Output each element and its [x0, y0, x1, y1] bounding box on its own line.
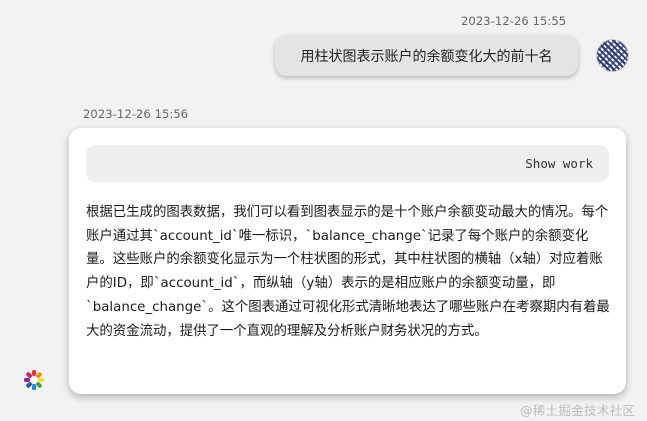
assistant-message-timestamp: 2023-12-26 15:56 — [83, 107, 189, 121]
assistant-message-card: Show work 根据已生成的图表数据，我们可以看到图表显示的是十个账户余额变… — [69, 128, 626, 394]
user-message-timestamp: 2023-12-26 15:55 — [461, 14, 567, 28]
show-work-label: Show work — [525, 156, 593, 171]
user-message-bubble: 用柱状图表示账户的余额变化大的前十名 — [275, 35, 578, 76]
watermark: @稀土掘金技术社区 — [520, 403, 636, 418]
user-avatar-icon[interactable] — [597, 40, 628, 71]
assistant-message-text: 根据已生成的图表数据，我们可以看到图表显示的是十个账户余额变动最大的情况。每个账… — [86, 205, 610, 339]
show-work-button[interactable]: Show work — [86, 145, 609, 182]
assistant-logo-icon — [24, 370, 44, 390]
user-message-text: 用柱状图表示账户的余额变化大的前十名 — [300, 48, 553, 65]
